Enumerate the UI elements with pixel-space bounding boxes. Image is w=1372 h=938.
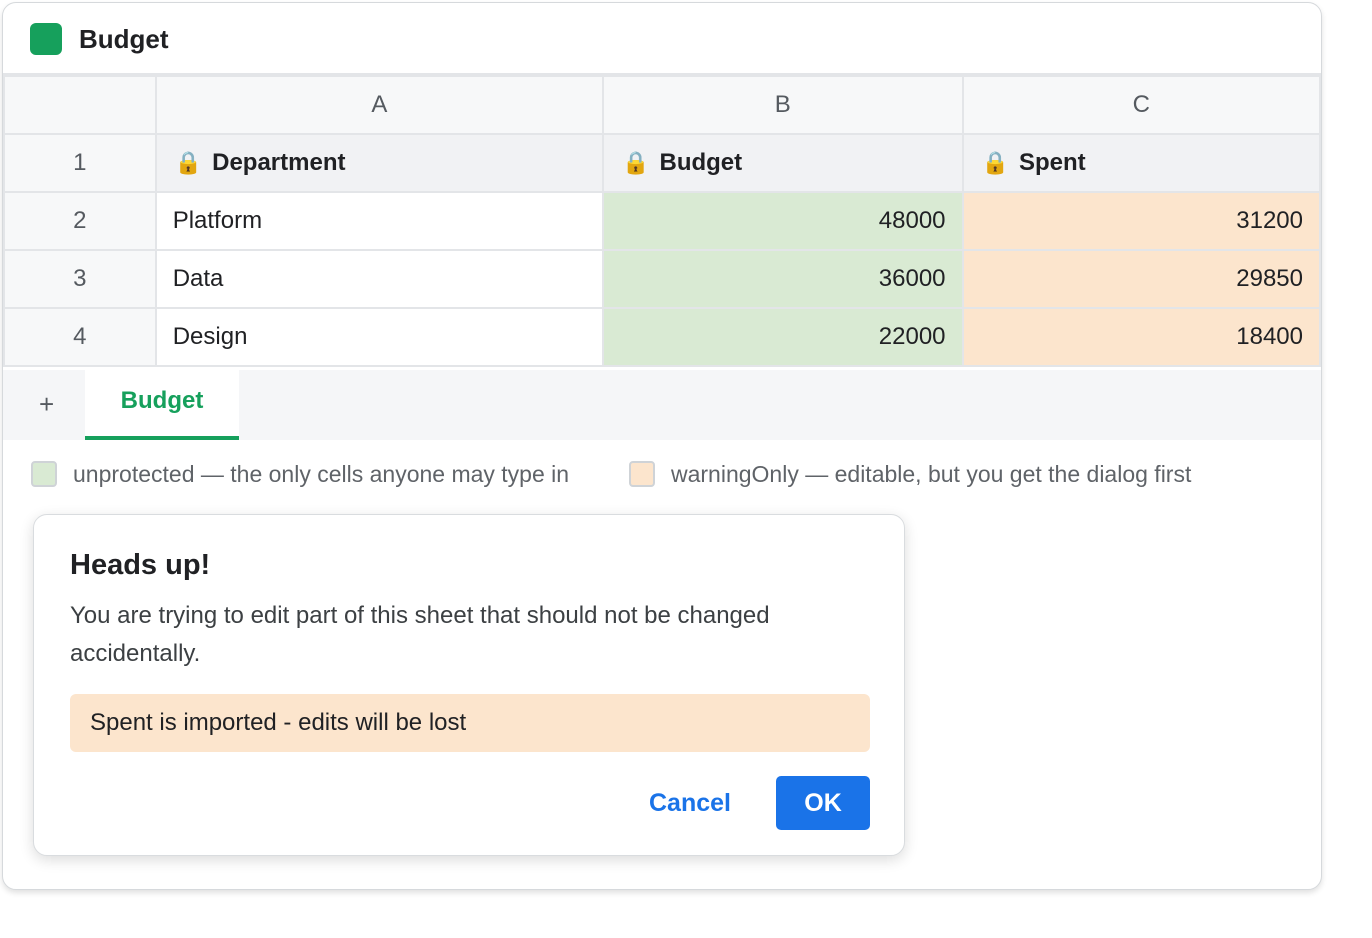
row-number[interactable]: 3 bbox=[3, 249, 157, 309]
sheet-icon bbox=[30, 23, 62, 55]
cell-b1[interactable]: 🔒 Budget bbox=[602, 133, 964, 193]
lock-icon: 🔒 bbox=[622, 150, 650, 175]
lock-icon: 🔒 bbox=[981, 150, 1009, 175]
table-row: 4 Design 22000 18400 bbox=[3, 307, 1321, 367]
lock-icon: 🔒 bbox=[174, 150, 203, 175]
row-number[interactable]: 4 bbox=[3, 307, 157, 367]
cell-text: Spent bbox=[1018, 149, 1086, 176]
column-header-b[interactable]: B bbox=[602, 75, 964, 135]
tab-budget[interactable]: Budget bbox=[85, 370, 239, 440]
column-header-a[interactable]: A bbox=[154, 75, 605, 135]
cell-a4[interactable]: Design bbox=[154, 307, 605, 367]
table-row: 3 Data 36000 29850 bbox=[3, 249, 1321, 309]
cell-a2[interactable]: Platform bbox=[154, 191, 605, 251]
cell-a3[interactable]: Data bbox=[154, 249, 605, 309]
cell-b3[interactable]: 36000 bbox=[602, 249, 964, 309]
cell-text: Budget bbox=[659, 149, 743, 176]
column-header-c[interactable]: C bbox=[961, 75, 1321, 135]
add-sheet-button[interactable]: + bbox=[39, 388, 54, 420]
unprotected-swatch bbox=[31, 461, 57, 487]
dialog-note: Spent is imported - edits will be lost bbox=[70, 694, 870, 752]
spreadsheet-app: Budget A B C 1 🔒 Department 🔒 Budget 🔒 Spen… bbox=[2, 2, 1322, 890]
cell-text: Department bbox=[212, 149, 346, 176]
warning-swatch bbox=[629, 461, 655, 487]
sheet-grid: A B C 1 🔒 Department 🔒 Budget 🔒 Spent 2 Pla… bbox=[3, 75, 1321, 367]
cancel-button[interactable]: Cancel bbox=[630, 776, 750, 830]
row-number[interactable]: 2 bbox=[3, 191, 157, 251]
cell-b2[interactable]: 48000 bbox=[602, 191, 964, 251]
cell-c4[interactable]: 18400 bbox=[961, 307, 1321, 367]
legend-warning-label: warningOnly — editable, but you get the … bbox=[671, 460, 1192, 487]
dialog-title: Heads up! bbox=[70, 549, 211, 581]
legend-unprotected-label: unprotected — the only cells anyone may … bbox=[73, 460, 570, 487]
sheet-tab-bar: + Budget bbox=[3, 370, 1321, 440]
column-header-row: A B C bbox=[3, 75, 1321, 135]
cell-c1[interactable]: 🔒 Spent bbox=[961, 133, 1321, 193]
ok-button[interactable]: OK bbox=[776, 776, 870, 830]
dialog-message: You are trying to edit part of this shee… bbox=[70, 602, 770, 667]
table-row: 1 🔒 Department 🔒 Budget 🔒 Spent bbox=[3, 133, 1321, 193]
cell-b4[interactable]: 22000 bbox=[602, 307, 964, 367]
select-all-corner[interactable] bbox=[3, 75, 157, 135]
warning-dialog: Heads up! You are trying to edit part of… bbox=[33, 514, 905, 856]
legend-warning: warningOnly — editable, but you get the … bbox=[629, 459, 1191, 489]
legend-unprotected: unprotected — the only cells anyone may … bbox=[31, 459, 569, 489]
title-bar: Budget bbox=[3, 3, 1321, 75]
table-row: 2 Platform 48000 31200 bbox=[3, 191, 1321, 251]
cell-a1[interactable]: 🔒 Department bbox=[154, 133, 605, 193]
row-number[interactable]: 1 bbox=[3, 133, 157, 193]
cell-c2[interactable]: 31200 bbox=[961, 191, 1321, 251]
app-title: Budget bbox=[79, 24, 169, 54]
cell-c3[interactable]: 29850 bbox=[961, 249, 1321, 309]
